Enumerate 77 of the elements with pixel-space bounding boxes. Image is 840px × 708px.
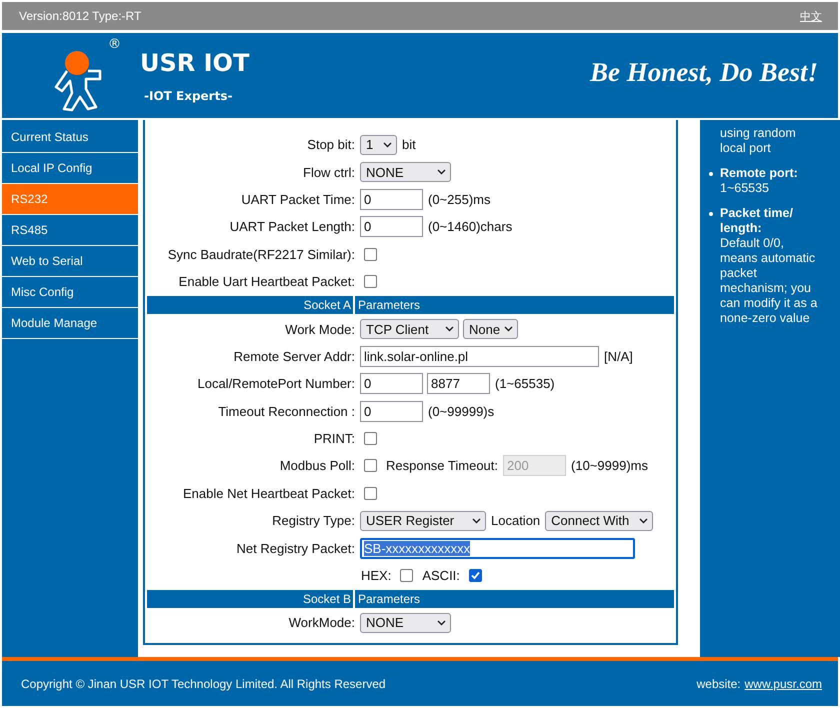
copyright-text: Copyright © Jinan USR IOT Technology Limited. All Rights Reserved	[21, 676, 386, 690]
unit-text: ASCII:	[422, 568, 460, 584]
dropdown[interactable]: TCP Client	[360, 319, 459, 340]
field-label: Remote Server Addr:	[234, 348, 355, 364]
checkbox[interactable]	[364, 486, 377, 500]
section-label: Socket A	[147, 296, 355, 314]
field-label: Sync Baudrate(RF2217 Similar):	[168, 246, 355, 262]
chevron-icon	[383, 142, 392, 148]
help-title: Packet time/ length:	[720, 206, 794, 236]
field-label: Enable Uart Heartbeat Packet:	[178, 274, 355, 290]
checkbox[interactable]	[364, 459, 377, 472]
help-text: Default 0/0, means automatic packet mechanism; you can modify it as a none-zero value	[720, 236, 818, 326]
chevron-icon	[639, 518, 648, 524]
unit-text: (0~99999)s	[428, 404, 494, 419]
brand-name: USR IOT	[140, 48, 250, 76]
checkbox[interactable]	[468, 569, 482, 582]
dropdown[interactable]: None	[463, 319, 518, 340]
section-title: Parameters	[357, 297, 420, 314]
chevron-icon	[437, 620, 446, 626]
unit-text: HEX:	[361, 568, 392, 584]
website-label: website:	[696, 676, 741, 690]
field-label: Work Mode:	[285, 322, 355, 337]
unit-text: [N/A]	[604, 348, 633, 364]
sidebar-item[interactable]: Misc Config	[2, 277, 138, 308]
version-text: Version:8012 Type:-RT	[19, 9, 142, 23]
text-field[interactable]: link.solar-online.pl	[360, 346, 599, 367]
text-field[interactable]: 0	[360, 373, 423, 394]
section-label: Socket B	[147, 590, 355, 608]
unit-text: (10~9999)ms	[571, 458, 648, 474]
sidebar-item[interactable]: Current Status	[2, 122, 138, 153]
sidebar-item[interactable]: Web to Serial	[2, 246, 138, 277]
unit-text: bit	[402, 137, 416, 152]
checkbox[interactable]	[364, 275, 377, 288]
field-label: Registry Type:	[272, 513, 355, 528]
unit-text: (1~65535)	[495, 376, 555, 392]
field-label: Flow ctrl:	[303, 164, 355, 180]
field-label: Modbus Poll:	[280, 458, 355, 474]
text-field[interactable]: SB-xxxxxxxxxxxxx	[360, 538, 635, 559]
dropdown[interactable]: USER Register	[360, 510, 486, 531]
website-link[interactable]: www.pusr.com	[744, 676, 822, 690]
field-label: Enable Net Heartbeat Packet:	[183, 486, 355, 501]
chevron-icon	[504, 326, 514, 332]
chevron-icon	[445, 326, 454, 332]
field-label: WorkMode:	[288, 615, 355, 630]
sidebar-item[interactable]: RS485	[2, 215, 138, 246]
checkbox[interactable]	[364, 432, 377, 446]
field-label: Net Registry Packet:	[236, 540, 355, 556]
checkbox[interactable]	[364, 248, 377, 261]
field-label: Stop bit:	[307, 137, 355, 152]
text-field[interactable]: 0	[360, 188, 423, 210]
text-field[interactable]: 8877	[427, 373, 490, 394]
checkbox[interactable]	[400, 569, 414, 582]
field-label: Timeout Reconnection :	[218, 404, 355, 419]
field-label: UART Packet Time:	[241, 192, 355, 207]
field-label: Local/RemotePort Number:	[197, 376, 355, 392]
help-title: Remote port:	[720, 166, 798, 181]
dropdown[interactable]: NONE	[360, 612, 451, 633]
registered-mark: ®	[108, 37, 121, 52]
brand-subtitle: -IOT Experts-	[144, 88, 234, 102]
dropdown[interactable]: NONE	[360, 162, 451, 182]
text-field[interactable]: 0	[360, 216, 423, 238]
chevron-icon	[472, 518, 481, 524]
dropdown[interactable]: Connect With	[545, 510, 654, 531]
sidebar-item[interactable]: Module Manage	[2, 308, 138, 339]
field-label: PRINT:	[314, 431, 355, 446]
text-field[interactable]: 0	[360, 400, 423, 422]
help-text: 1~65535	[720, 181, 770, 196]
field-label: UART Packet Length:	[230, 219, 355, 234]
unit-text: (0~1460)chars	[428, 219, 512, 234]
unit-text: (0~255)ms	[428, 192, 490, 207]
unit-text: Location	[491, 513, 540, 528]
help-text: using random local port	[720, 126, 797, 156]
dropdown[interactable]: 1	[360, 134, 397, 155]
section-title: Parameters	[357, 591, 420, 608]
unit-text: Response Timeout:	[386, 458, 498, 474]
slogan-text: Be Honest, Do Best!	[590, 57, 818, 88]
chevron-icon	[437, 169, 446, 176]
